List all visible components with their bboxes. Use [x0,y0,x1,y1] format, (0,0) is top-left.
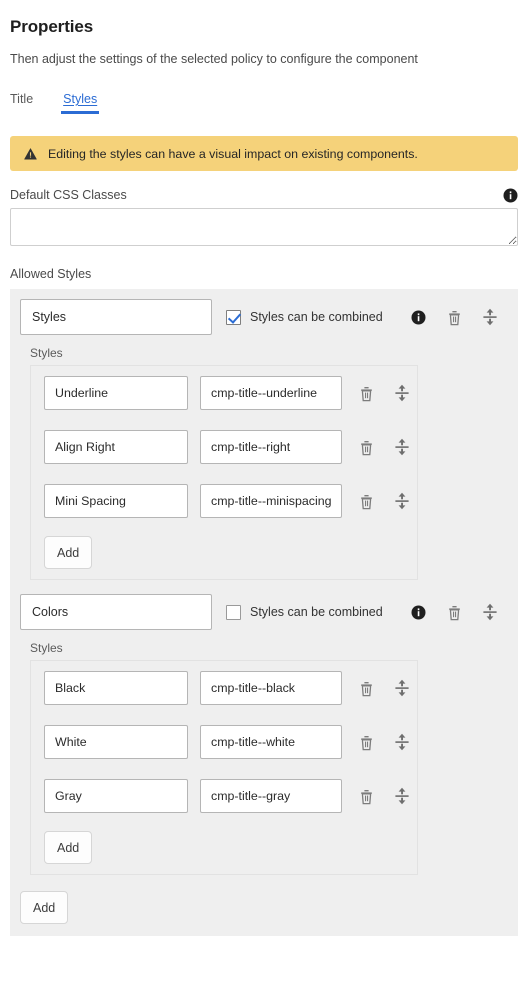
trash-icon[interactable] [436,597,472,627]
trash-icon[interactable] [348,781,384,811]
page-title: Properties [10,17,94,36]
default-css-classes-label: Default CSS Classes [10,188,127,202]
drag-reorder-icon[interactable] [384,727,420,757]
page-description: Then adjust the settings of the selected… [10,52,418,66]
style-group-actions [400,302,508,332]
trash-icon[interactable] [348,727,384,757]
style-row [31,725,417,759]
warning-text: Editing the styles can have a visual imp… [48,146,418,161]
styles-combinable-checkbox[interactable] [226,604,241,620]
styles-warning-banner: Editing the styles can have a visual imp… [10,136,518,171]
style-group-header: Styles can be combined [20,299,508,335]
info-icon[interactable] [400,597,436,627]
style-row-actions [348,432,420,462]
style-group: Styles can be combined [10,594,518,875]
info-icon[interactable] [400,302,436,332]
style-class-input[interactable] [200,484,342,518]
add-style-group-button[interactable]: Add [20,891,69,924]
allowed-styles-label: Allowed Styles [10,267,92,281]
style-group-name-input[interactable] [20,299,212,335]
info-icon[interactable] [503,188,518,203]
style-row [31,779,417,813]
style-name-input[interactable] [44,725,188,759]
trash-icon[interactable] [348,432,384,462]
style-group-header: Styles can be combined [20,594,508,630]
style-row [31,484,417,518]
add-style-button[interactable]: Add [44,831,93,864]
panel-header: Properties Then adjust the settings of t… [0,0,528,66]
trash-icon[interactable] [348,378,384,408]
styles-list: Add [30,660,418,875]
drag-reorder-icon[interactable] [384,673,420,703]
style-name-input[interactable] [44,671,188,705]
add-style-button[interactable]: Add [44,536,93,569]
default-css-classes-field: Default CSS Classes [10,187,518,251]
tab-bar: Title Styles [0,84,528,114]
style-row [31,376,417,410]
styles-combinable-label: Styles can be combined [250,310,383,324]
style-name-input[interactable] [44,430,188,464]
properties-panel: Properties Then adjust the settings of t… [0,0,528,1005]
style-group: Styles can be combined [10,299,518,580]
style-class-input[interactable] [200,671,342,705]
tab-styles[interactable]: Styles [61,92,100,114]
styles-combinable-label: Styles can be combined [250,605,383,619]
styles-combinable-toggle[interactable]: Styles can be combined [226,604,383,620]
style-group-actions [400,597,508,627]
style-row-actions [348,673,420,703]
drag-reorder-icon[interactable] [384,486,420,516]
style-class-input[interactable] [200,430,342,464]
style-name-input[interactable] [44,376,188,410]
style-row-actions [348,781,420,811]
style-group-name-input[interactable] [20,594,212,630]
style-row-actions [348,378,420,408]
default-css-classes-header: Default CSS Classes [10,187,518,203]
drag-reorder-icon[interactable] [384,781,420,811]
warning-triangle-icon [24,147,37,160]
trash-icon[interactable] [348,673,384,703]
drag-reorder-icon[interactable] [384,432,420,462]
styles-combinable-checkbox[interactable] [226,309,241,325]
style-group-styles-label: Styles [30,346,63,360]
style-name-input[interactable] [44,484,188,518]
style-row [31,430,417,464]
drag-reorder-icon[interactable] [384,378,420,408]
style-row-actions [348,727,420,757]
styles-list: Add [30,365,418,580]
trash-icon[interactable] [348,486,384,516]
style-class-input[interactable] [200,779,342,813]
tab-title[interactable]: Title [10,92,33,114]
styles-combinable-toggle[interactable]: Styles can be combined [226,309,383,325]
style-row-actions [348,486,420,516]
style-name-input[interactable] [44,779,188,813]
style-class-input[interactable] [200,725,342,759]
style-class-input[interactable] [200,376,342,410]
default-css-classes-input[interactable] [10,208,518,246]
allowed-styles-multifield: Styles can be combined [10,289,518,936]
drag-reorder-icon[interactable] [472,302,508,332]
style-row [31,671,417,705]
style-group-styles-label: Styles [30,641,63,655]
drag-reorder-icon[interactable] [472,597,508,627]
trash-icon[interactable] [436,302,472,332]
